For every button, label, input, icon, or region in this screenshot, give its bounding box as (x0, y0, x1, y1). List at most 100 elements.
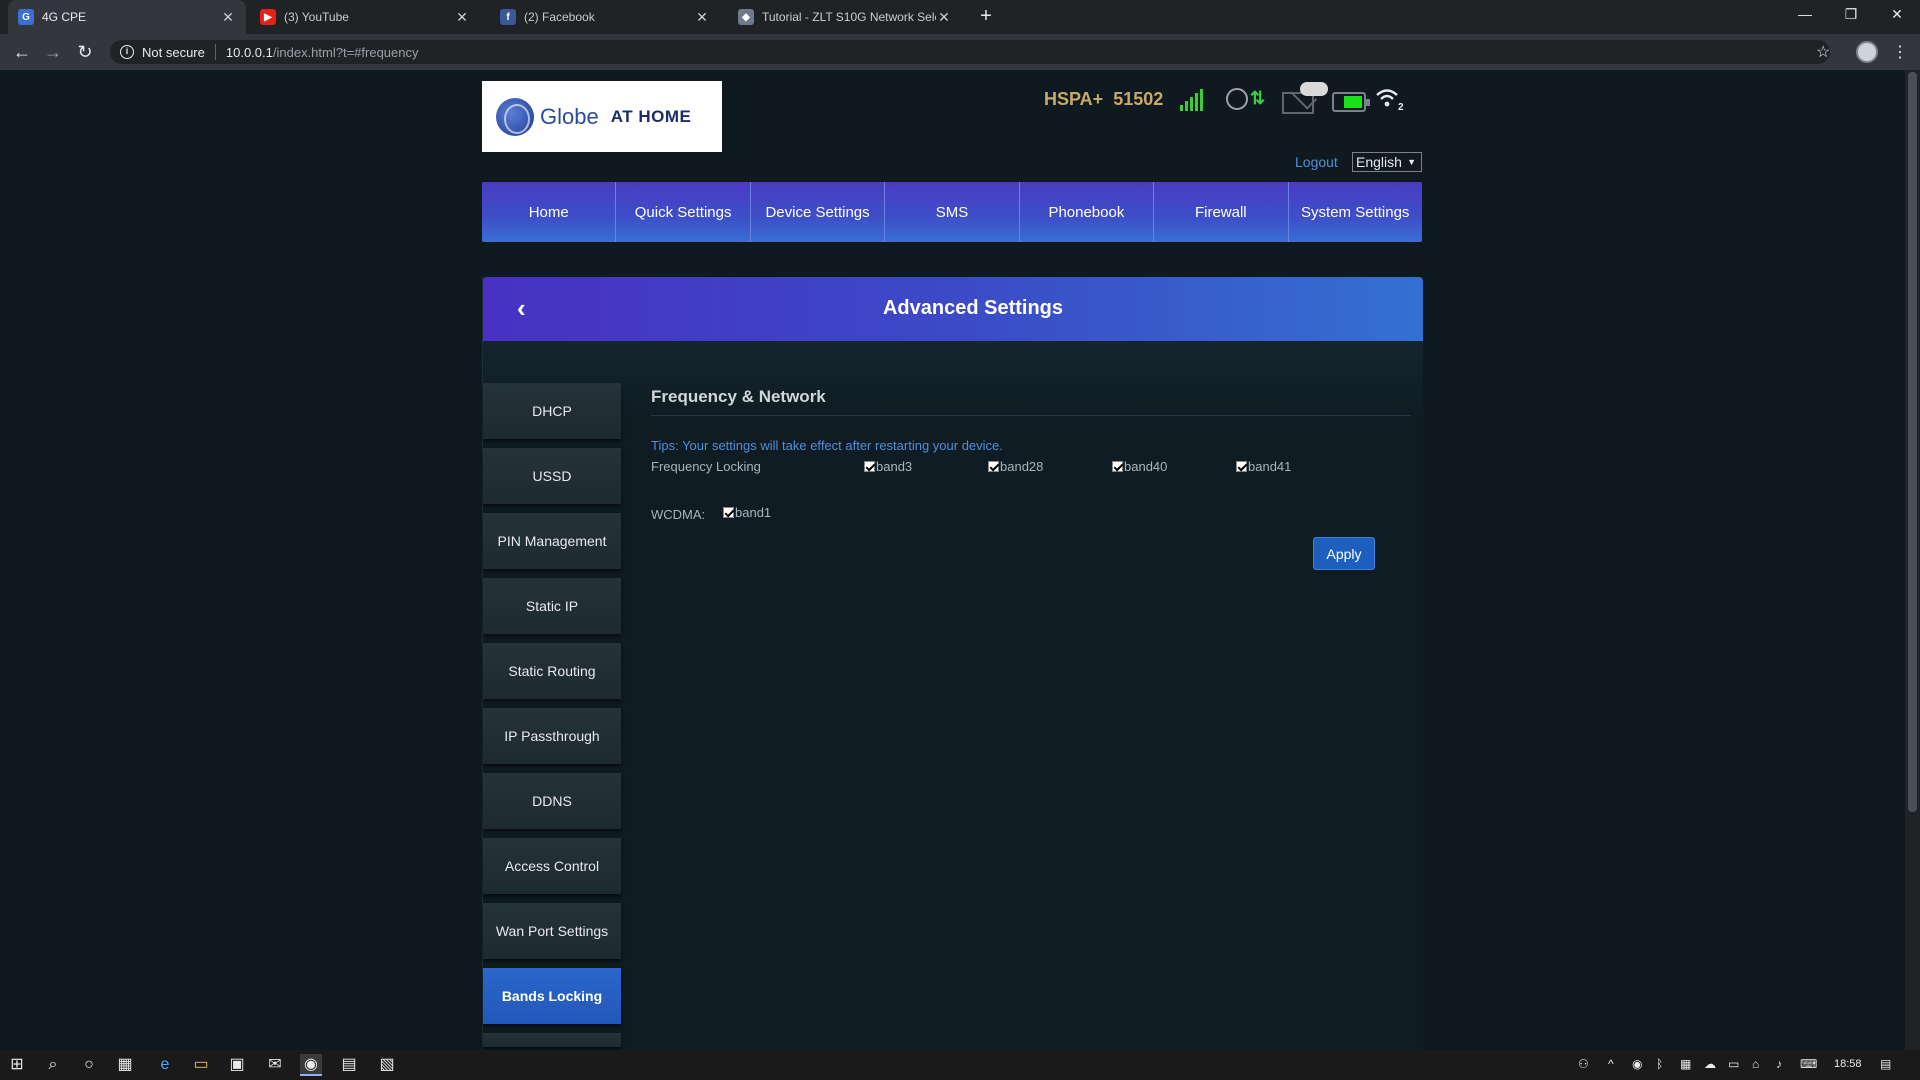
forward-arrow-icon[interactable]: → (43, 42, 63, 62)
logo-brand: Globe (540, 103, 599, 129)
sidebar-item-access-control[interactable]: Access Control (483, 838, 621, 894)
sidebar-item-ussd[interactable]: USSD (483, 448, 621, 504)
checkbox-checked-icon[interactable] (1112, 461, 1123, 472)
omnibox-divider (214, 44, 216, 60)
bookmark-star-icon[interactable]: ☆ (1816, 42, 1830, 62)
store-icon[interactable]: ▣ (226, 1054, 248, 1076)
scrollbar-thumb[interactable] (1908, 72, 1917, 812)
info-icon[interactable]: i (120, 45, 134, 59)
language-select[interactable]: English ▼ (1352, 152, 1422, 172)
page-scrollbar[interactable] (1905, 70, 1920, 1050)
network-tray-icon[interactable]: ⌂ (1752, 1057, 1759, 1071)
url-path: /index.html?t=#frequency (272, 44, 419, 60)
sidebar-item-ip-passthrough[interactable]: IP Passthrough (483, 708, 621, 764)
volume-icon[interactable]: ♪ (1776, 1057, 1782, 1071)
nav-sms[interactable]: SMS (885, 182, 1020, 242)
task-view-icon[interactable]: ▦ (114, 1054, 136, 1076)
checkbox-checked-icon[interactable] (864, 461, 875, 472)
sidebar-item-partial[interactable] (483, 1033, 621, 1047)
profile-avatar[interactable] (1856, 41, 1878, 63)
signal-strength-icon (1180, 89, 1204, 111)
browser-tab-bar: G 4G CPE ✕ ▶ (3) YouTube ✕ f (2) Faceboo… (0, 0, 1920, 34)
app-icon[interactable]: ▤ (338, 1054, 360, 1076)
battery-tray-icon[interactable]: ▭ (1728, 1057, 1739, 1071)
page-title: Advanced Settings (882, 297, 1064, 319)
checkbox-label: band40 (1124, 459, 1168, 474)
cloud-icon[interactable]: ☁ (1704, 1057, 1716, 1071)
apply-button[interactable]: Apply (1313, 537, 1375, 570)
section-title: Frequency & Network (651, 387, 1411, 416)
tips-text: Tips: Your settings will take effect aft… (651, 438, 1003, 453)
checkbox-checked-icon[interactable] (1236, 461, 1247, 472)
tab-title: (3) YouTube (284, 10, 349, 24)
globe-at-home-logo: Globe AT HOME (482, 81, 722, 152)
chrome-icon[interactable]: ◉ (300, 1054, 322, 1076)
sidebar-item-ddns[interactable]: DDNS (483, 773, 621, 829)
windows-start-icon[interactable]: ⊞ (6, 1054, 28, 1076)
tab-4g-cpe[interactable]: G 4G CPE ✕ (8, 0, 246, 34)
restore-icon[interactable]: ❐ (1828, 0, 1874, 30)
checkbox-band3[interactable]: band3 (864, 459, 912, 474)
chevron-down-icon: ▼ (1407, 157, 1416, 167)
nav-device-settings[interactable]: Device Settings (751, 182, 886, 242)
close-window-icon[interactable]: ✕ (1874, 0, 1920, 30)
security-tray-icon[interactable]: ▦ (1680, 1057, 1691, 1071)
checkbox-band40[interactable]: band40 (1112, 459, 1167, 474)
nav-quick-settings[interactable]: Quick Settings (616, 182, 751, 242)
sidebar-item-static-ip[interactable]: Static IP (483, 578, 621, 634)
edge-icon[interactable]: e (154, 1054, 176, 1076)
sidebar-item-pin-management[interactable]: PIN Management (483, 513, 621, 569)
bluetooth-icon[interactable]: ᛒ (1656, 1057, 1663, 1071)
new-tab-button[interactable]: + (975, 6, 997, 28)
tab-youtube[interactable]: ▶ (3) YouTube ✕ (250, 0, 480, 34)
sidebar-item-static-routing[interactable]: Static Routing (483, 643, 621, 699)
reload-icon[interactable]: ↻ (75, 42, 95, 62)
nav-phonebook[interactable]: Phonebook (1020, 182, 1155, 242)
tab-close-icon[interactable]: ✕ (936, 9, 952, 26)
mail-icon[interactable]: ✉ (264, 1054, 286, 1076)
chevron-up-icon[interactable]: ^ (1608, 1057, 1614, 1071)
network-status: HSPA+ 51502 (1044, 84, 1163, 114)
logout-link[interactable]: Logout (1295, 154, 1338, 170)
checkbox-checked-icon[interactable] (723, 507, 734, 518)
sidebar-item-dhcp[interactable]: DHCP (483, 383, 621, 439)
nav-home[interactable]: Home (482, 182, 617, 242)
tab-facebook[interactable]: f (2) Facebook ✕ (490, 0, 720, 34)
tab-close-icon[interactable]: ✕ (454, 9, 470, 26)
notifications-icon[interactable]: ▤ (1880, 1057, 1891, 1071)
file-explorer-icon[interactable]: ▭ (190, 1054, 212, 1076)
cortana-icon[interactable]: ○ (78, 1054, 100, 1076)
address-bar: ← → ↻ i Not secure 10.0.0.1/index.html?t… (0, 34, 1920, 70)
network-app-icon[interactable]: ▧ (376, 1054, 398, 1076)
keyboard-icon[interactable]: ⌨ (1800, 1057, 1817, 1071)
nav-firewall[interactable]: Firewall (1154, 182, 1289, 242)
wifi-client-count: 2 (1398, 102, 1404, 113)
internet-globe-icon (1226, 88, 1248, 110)
panel-body: DHCP USSD PIN Management Static IP Stati… (483, 341, 1423, 1050)
menu-kebab-icon[interactable]: ⋮ (1892, 42, 1908, 62)
youtube-favicon-icon: ▶ (260, 9, 276, 25)
page-viewport: Globe AT HOME HSPA+ 51502 ⇅ 2 Logout Eng… (0, 70, 1905, 1050)
security-label: Not secure (142, 44, 205, 60)
globe-favicon-icon: G (18, 9, 34, 25)
tab-close-icon[interactable]: ✕ (694, 9, 710, 26)
search-icon[interactable]: ⌕ (42, 1054, 64, 1076)
url-field[interactable]: i Not secure 10.0.0.1/index.html?t=#freq… (110, 40, 1830, 64)
sidebar-item-bands-locking[interactable]: Bands Locking (483, 968, 621, 1024)
checkbox-band41[interactable]: band41 (1236, 459, 1291, 474)
tab-tutorial[interactable]: ◆ Tutorial - ZLT S10G Network Sele ✕ (728, 0, 962, 34)
checkbox-wcdma-band1[interactable]: band1 (723, 505, 771, 520)
sidebar-item-wan-port-settings[interactable]: Wan Port Settings (483, 903, 621, 959)
minimize-icon[interactable]: — (1782, 0, 1828, 30)
record-icon[interactable]: ◉ (1632, 1057, 1642, 1071)
clock[interactable]: 18:58 (1834, 1058, 1862, 1070)
checkbox-checked-icon[interactable] (988, 461, 999, 472)
checkbox-label: band1 (735, 505, 772, 520)
logo-tagline: AT HOME (610, 106, 692, 126)
back-arrow-icon[interactable]: ← (12, 42, 32, 62)
operator-code: 51502 (1113, 88, 1164, 109)
people-icon[interactable]: ⚇ (1578, 1057, 1589, 1071)
checkbox-band28[interactable]: band28 (988, 459, 1043, 474)
tab-close-icon[interactable]: ✕ (220, 9, 236, 26)
nav-system-settings[interactable]: System Settings (1289, 182, 1422, 242)
